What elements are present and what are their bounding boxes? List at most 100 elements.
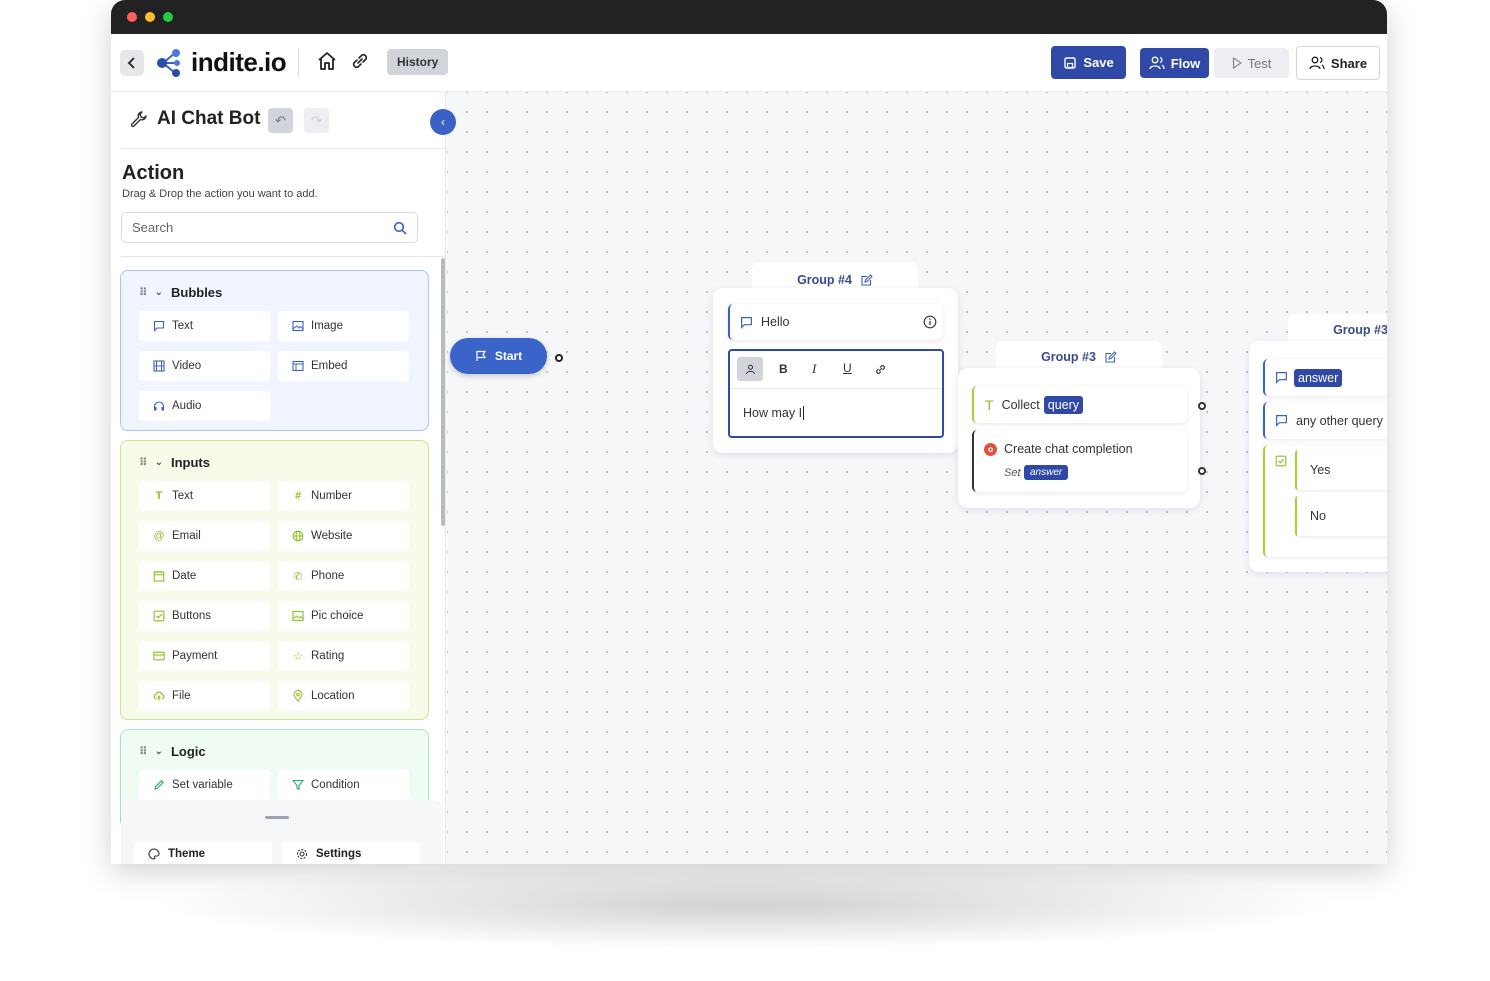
share-button[interactable]: Share: [1296, 46, 1380, 80]
sidebar-scrollbar[interactable]: [441, 258, 445, 526]
group4-node[interactable]: Hello B I U How may I: [713, 288, 958, 453]
completion-output-port[interactable]: [1198, 467, 1206, 475]
search-placeholder: Search: [132, 220, 174, 235]
window-shadow: [150, 860, 1340, 950]
logo[interactable]: indite.io: [155, 47, 287, 78]
bubbles-title: Bubbles: [170, 285, 223, 300]
input-email-item[interactable]: @ Email: [139, 521, 270, 551]
bubble-audio-item[interactable]: Audio: [139, 391, 270, 421]
link-icon[interactable]: [874, 363, 887, 376]
no-button-option[interactable]: No: [1295, 496, 1387, 536]
save-label: Save: [1083, 55, 1114, 70]
group3a-node[interactable]: T Collect query ✿ Create chat completion…: [958, 368, 1200, 508]
input-file-item[interactable]: File: [139, 681, 270, 711]
drag-handle-icon[interactable]: ⠿: [139, 456, 148, 469]
test-label: Test: [1247, 55, 1272, 71]
drag-handle-icon[interactable]: ⠿: [139, 745, 148, 758]
history-button[interactable]: History: [387, 49, 449, 75]
flow-button[interactable]: Flow: [1140, 48, 1209, 78]
editor-content[interactable]: How may I: [743, 406, 808, 420]
test-button[interactable]: Test: [1214, 48, 1289, 78]
chat-completion-block[interactable]: ✿ Create chat completion Set answer: [972, 430, 1187, 492]
start-output-port[interactable]: [555, 354, 563, 362]
settings-button[interactable]: Settings: [282, 842, 420, 864]
item-label: Audio: [172, 400, 202, 412]
input-text-item[interactable]: T Text: [139, 481, 270, 511]
other-query-bubble-block[interactable]: any other query: [1263, 402, 1387, 439]
bubbles-header[interactable]: ⠿ ⌄ Bubbles: [139, 285, 222, 300]
inputs-header[interactable]: ⠿ ⌄ Inputs: [139, 455, 210, 470]
phone-icon: ✆: [293, 570, 303, 583]
filter-icon: [292, 779, 304, 791]
theme-button[interactable]: Theme: [134, 842, 272, 864]
bubble-text-item[interactable]: Text: [139, 311, 270, 341]
image-icon: [292, 320, 304, 332]
input-date-item[interactable]: Date: [139, 561, 270, 591]
home-icon[interactable]: [316, 50, 338, 77]
bubble-image-item[interactable]: Image: [278, 311, 409, 341]
item-label: Video: [172, 360, 202, 372]
action-heading: Action: [122, 162, 185, 184]
buttons-input-block[interactable]: Yes No: [1263, 445, 1387, 557]
collapse-sidebar-button[interactable]: ‹: [430, 109, 456, 135]
answer-bubble-block[interactable]: answer: [1263, 359, 1387, 396]
input-location-item[interactable]: Location: [278, 681, 409, 711]
edit-icon[interactable]: [1104, 350, 1117, 364]
connector-lines: [1091, 374, 1387, 524]
input-buttons-item[interactable]: Buttons: [139, 601, 270, 631]
input-phone-item[interactable]: ✆ Phone: [278, 561, 409, 591]
input-payment-item[interactable]: Payment: [139, 641, 270, 671]
group3b-node[interactable]: answer any other query Yes No: [1249, 341, 1387, 572]
message-icon: [1276, 372, 1287, 384]
logic-header[interactable]: ⠿ ⌄ Logic: [139, 744, 206, 759]
search-input[interactable]: Search: [121, 212, 418, 243]
collect-input-block[interactable]: T Collect query: [972, 386, 1187, 423]
yes-button-option[interactable]: Yes: [1295, 450, 1387, 490]
actions-sidebar: AI Chat Bot ↶ ↷ Action Drag & Drop the a…: [111, 92, 446, 864]
editor-text: How may I: [743, 406, 803, 420]
italic-icon[interactable]: I: [812, 361, 816, 377]
undo-button[interactable]: ↶: [268, 108, 293, 133]
item-label: Date: [172, 570, 197, 582]
logic-condition-item[interactable]: Condition: [278, 770, 409, 800]
start-label: Start: [494, 349, 523, 363]
close-window-button[interactable]: [127, 12, 137, 22]
chevron-left-icon: ‹: [441, 115, 445, 129]
redo-button[interactable]: ↷: [304, 108, 329, 133]
divider: [121, 148, 446, 149]
collect-port[interactable]: [1198, 402, 1206, 410]
bot-title[interactable]: AI Chat Bot: [129, 108, 260, 130]
input-website-item[interactable]: Website: [278, 521, 409, 551]
message-icon: [1276, 415, 1287, 427]
edit-icon[interactable]: [860, 273, 873, 287]
hello-bubble-block[interactable]: Hello: [728, 304, 943, 340]
link-icon[interactable]: [349, 50, 371, 77]
globe-icon: [292, 530, 304, 542]
panel-drag-handle[interactable]: [265, 816, 289, 819]
completion-text: Create chat completion: [1004, 442, 1133, 456]
input-number-item[interactable]: # Number: [278, 481, 409, 511]
chevron-left-icon: [127, 57, 135, 69]
bold-icon[interactable]: B: [779, 362, 788, 376]
underline-icon[interactable]: U: [843, 361, 852, 375]
start-node[interactable]: Start: [450, 338, 547, 374]
logic-set-variable-item[interactable]: Set variable: [139, 770, 270, 800]
input-rating-item[interactable]: ☆ Rating: [278, 641, 409, 671]
flow-canvas[interactable]: Start Group #4 Hello B I U How may I Gro…: [447, 92, 1387, 864]
item-label: Image: [311, 320, 343, 332]
info-icon[interactable]: [923, 315, 937, 329]
maximize-window-button[interactable]: [163, 12, 173, 22]
hello-text: Hello: [761, 315, 790, 329]
bottom-panel: Theme Settings: [121, 800, 443, 864]
input-pic-choice-item[interactable]: Pic choice: [278, 601, 409, 631]
back-button[interactable]: [120, 50, 144, 76]
image-icon: [292, 610, 304, 622]
drag-handle-icon[interactable]: ⠿: [139, 286, 148, 299]
bubble-embed-item[interactable]: Embed: [278, 351, 409, 381]
minimize-window-button[interactable]: [145, 12, 155, 22]
variable-button[interactable]: [737, 357, 763, 381]
text-editor[interactable]: B I U How may I: [728, 349, 944, 438]
bubble-video-item[interactable]: Video: [139, 351, 270, 381]
item-label: Payment: [172, 650, 218, 662]
save-button[interactable]: Save: [1051, 46, 1126, 79]
